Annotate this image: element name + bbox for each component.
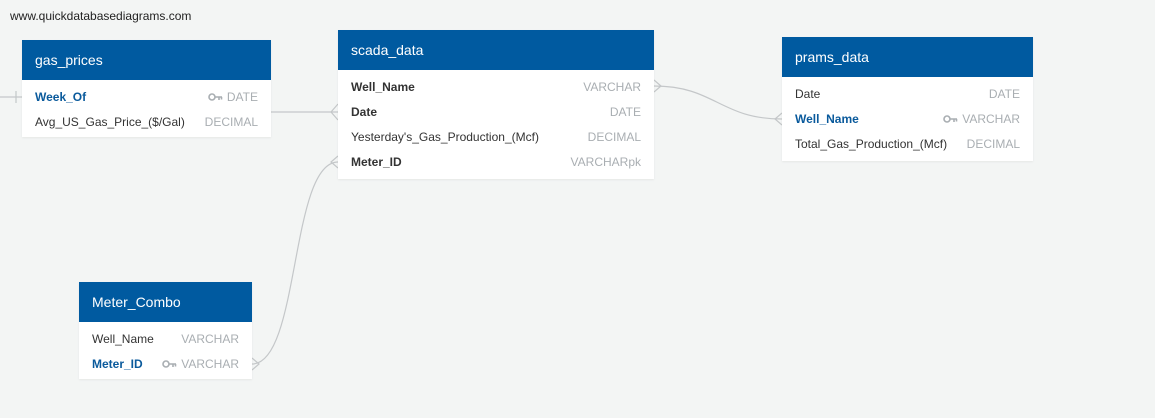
field-row[interactable]: Yesterday's_Gas_Production_(Mcf) DECIMAL [338, 124, 654, 149]
table-title: Meter_Combo [92, 294, 181, 310]
key-icon [162, 357, 177, 371]
field-type: DATE [226, 89, 258, 104]
field-type: DECIMAL [966, 136, 1020, 151]
field-row[interactable]: Well_Name VARCHAR [338, 74, 654, 99]
field-row[interactable]: Well_Name VARCHAR [782, 106, 1033, 131]
field-type-wrap: DATE [208, 90, 258, 104]
field-type: VARCHAR [181, 356, 239, 371]
field-type: VARCHAR [962, 111, 1020, 126]
field-type: VARCHAR [583, 79, 641, 94]
field-name: Well_Name [92, 331, 154, 346]
key-icon [208, 90, 223, 104]
table-title: scada_data [351, 42, 424, 58]
field-name: Avg_US_Gas_Price_($/Gal) [35, 114, 185, 129]
field-name: Well_Name [795, 111, 859, 126]
field-type: DATE [609, 104, 641, 119]
field-name: Meter_ID [92, 356, 143, 371]
link-meter-scada [251, 161, 339, 365]
table-title: gas_prices [35, 52, 103, 68]
field-type: DATE [988, 86, 1020, 101]
field-type-wrap: VARCHAR [162, 357, 239, 371]
field-name: Yesterday's_Gas_Production_(Mcf) [351, 129, 539, 144]
field-row[interactable]: Date DATE [338, 99, 654, 124]
field-name: Meter_ID [351, 154, 402, 169]
field-name: Well_Name [351, 79, 415, 94]
field-type: DECIMAL [204, 114, 258, 129]
field-row[interactable]: Well_Name VARCHAR [79, 326, 252, 351]
field-row[interactable]: Meter_ID VARCHARpk [338, 149, 654, 174]
field-row[interactable]: Week_Of DATE [22, 84, 271, 109]
field-type: DECIMAL [587, 129, 641, 144]
table-scada-data[interactable]: scada_data Well_Name VARCHAR Date DATE Y… [338, 30, 654, 179]
table-header[interactable]: gas_prices [22, 40, 271, 80]
table-header[interactable]: prams_data [782, 37, 1033, 77]
table-prams-data[interactable]: prams_data Date DATE Well_Name VARCHAR T… [782, 37, 1033, 161]
field-name: Date [795, 86, 821, 101]
table-gas-prices[interactable]: gas_prices Week_Of DATE Avg_US_Gas_Price… [22, 40, 271, 137]
field-row[interactable]: Date DATE [782, 81, 1033, 106]
field-row[interactable]: Avg_US_Gas_Price_($/Gal) DECIMAL [22, 109, 271, 134]
table-meter-combo[interactable]: Meter_Combo Well_Name VARCHAR Meter_ID V… [79, 282, 252, 379]
link-scada-prams [653, 85, 783, 120]
field-row[interactable]: Total_Gas_Production_(Mcf) DECIMAL [782, 131, 1033, 156]
field-name: Date [351, 104, 378, 119]
field-row[interactable]: Meter_ID VARCHAR [79, 351, 252, 376]
table-header[interactable]: Meter_Combo [79, 282, 252, 322]
field-type: VARCHAR [181, 331, 239, 346]
field-type-wrap: VARCHAR [943, 112, 1020, 126]
table-header[interactable]: scada_data [338, 30, 654, 70]
field-name: Week_Of [35, 89, 87, 104]
field-name: Total_Gas_Production_(Mcf) [795, 136, 948, 151]
table-title: prams_data [795, 49, 869, 65]
key-icon [943, 112, 958, 126]
field-type: VARCHARpk [570, 154, 641, 169]
